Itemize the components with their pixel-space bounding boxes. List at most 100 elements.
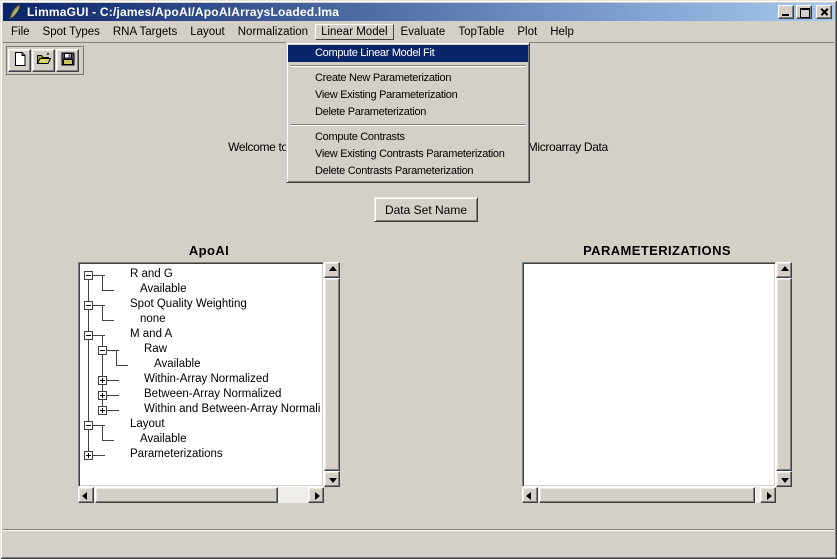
parameterizations-listbox[interactable]: [522, 262, 776, 487]
tree-expand-icon[interactable]: [98, 406, 107, 415]
minimize-button[interactable]: [778, 5, 794, 19]
tree-connector-line: [93, 275, 105, 276]
left-horizontal-scrollbar[interactable]: [78, 487, 324, 503]
tree-node-label[interactable]: Raw: [144, 342, 167, 357]
left-vertical-scrollbar[interactable]: [324, 262, 340, 487]
tree-connector-line: [107, 395, 119, 396]
menu-item-file[interactable]: File: [5, 24, 36, 40]
scroll-down-button[interactable]: [324, 471, 340, 487]
tree-connector-line: [102, 305, 103, 320]
tree-node-label[interactable]: M and A: [130, 327, 172, 342]
tree-connector-line: [102, 275, 103, 290]
scrollbar-thumb[interactable]: [776, 278, 792, 471]
titlebar[interactable]: LimmaGUI - C:/james/ApoAI/ApoAIArraysLoa…: [3, 3, 834, 21]
tree-expand-icon[interactable]: [98, 376, 107, 385]
menu-option-view-existing-contrasts-parameterization[interactable]: View Existing Contrasts Parameterization: [288, 146, 528, 163]
tree-connector-line: [116, 365, 128, 366]
right-vertical-scrollbar[interactable]: [776, 262, 792, 487]
menu-item-plot[interactable]: Plot: [511, 24, 543, 40]
minimize-icon: [782, 14, 789, 16]
tree-connector-line: [102, 440, 114, 441]
tree-expand-icon[interactable]: [98, 391, 107, 400]
menu-option-delete-contrasts-parameterization[interactable]: Delete Contrasts Parameterization: [288, 163, 528, 180]
left-panel-title: ApoAI: [78, 243, 340, 258]
tree-collapse-icon[interactable]: [98, 346, 107, 355]
arrow-down-icon: [329, 478, 337, 483]
tree-connector-line: [102, 320, 114, 321]
toolbar: [5, 45, 84, 75]
dataset-tree: R and GAvailableSpot Quality Weightingno…: [81, 265, 321, 484]
tree-connector-line: [107, 350, 119, 351]
scroll-left-button[interactable]: [78, 487, 94, 503]
tree-node-label[interactable]: R and G: [130, 267, 173, 282]
scroll-right-button[interactable]: [760, 487, 776, 503]
tree-node-label[interactable]: Available: [154, 357, 200, 372]
tree-connector-line: [107, 380, 119, 381]
menu-item-rna-targets[interactable]: RNA Targets: [107, 24, 183, 40]
arrow-up-icon: [329, 266, 337, 271]
close-button[interactable]: [816, 5, 832, 19]
tree-node-label[interactable]: Spot Quality Weighting: [130, 297, 247, 312]
tree-connector-line: [102, 425, 103, 440]
right-horizontal-scrollbar[interactable]: [522, 487, 776, 503]
menu-option-compute-contrasts[interactable]: Compute Contrasts: [288, 129, 528, 146]
menu-item-layout[interactable]: Layout: [184, 24, 231, 40]
tree-collapse-icon[interactable]: [84, 421, 93, 430]
menu-option-compute-linear-model-fit[interactable]: Compute Linear Model Fit: [288, 45, 528, 62]
open-button[interactable]: [32, 49, 55, 72]
tree-node-label[interactable]: none: [140, 312, 166, 327]
tree-connector-line: [107, 410, 119, 411]
linear-model-menu: Compute Linear Model Fit Create New Param…: [286, 42, 530, 183]
arrow-left-icon: [82, 492, 87, 500]
tree-node-label[interactable]: Within and Between-Array Normalized: [144, 402, 321, 417]
tk-feather-icon: [7, 4, 23, 20]
menu-option-view-existing-parameterization[interactable]: View Existing Parameterization: [288, 87, 528, 104]
save-icon: [60, 51, 76, 70]
tree-connector-line: [116, 350, 117, 365]
open-folder-icon: [36, 51, 52, 70]
menu-option-delete-parameterization[interactable]: Delete Parameterization: [288, 104, 528, 121]
scroll-up-button[interactable]: [776, 262, 792, 278]
menu-option-create-new-parameterization[interactable]: Create New Parameterization: [288, 70, 528, 87]
right-panel-title: PARAMETERIZATIONS: [522, 243, 792, 258]
arrow-right-icon: [767, 492, 772, 500]
menu-separator: [290, 65, 526, 67]
maximize-icon: [800, 8, 810, 18]
tree-node-label[interactable]: Parameterizations: [130, 447, 223, 462]
scroll-down-button[interactable]: [776, 471, 792, 487]
tree-collapse-icon[interactable]: [84, 271, 93, 280]
menu-separator: [290, 124, 526, 126]
menu-item-toptable[interactable]: TopTable: [452, 24, 510, 40]
arrow-down-icon: [781, 478, 789, 483]
new-button[interactable]: [8, 49, 31, 72]
save-button[interactable]: [56, 49, 79, 72]
status-strip: [3, 531, 834, 555]
menu-item-linear-model[interactable]: Linear Model: [315, 24, 393, 40]
arrow-left-icon: [526, 492, 531, 500]
dataset-tree-listbox[interactable]: R and GAvailableSpot Quality Weightingno…: [78, 262, 324, 487]
menu-item-help[interactable]: Help: [544, 24, 580, 40]
arrow-right-icon: [315, 492, 320, 500]
tree-node-label[interactable]: Layout: [130, 417, 165, 432]
data-set-name-button[interactable]: Data Set Name: [374, 197, 478, 222]
tree-connector-line: [93, 305, 105, 306]
menu-item-evaluate[interactable]: Evaluate: [395, 24, 452, 40]
menu-item-normalization[interactable]: Normalization: [232, 24, 314, 40]
scrollbar-thumb[interactable]: [95, 487, 278, 503]
tree-node-label[interactable]: Available: [140, 282, 186, 297]
scrollbar-thumb[interactable]: [539, 487, 755, 503]
scroll-right-button[interactable]: [308, 487, 324, 503]
tree-collapse-icon[interactable]: [84, 331, 93, 340]
maximize-button[interactable]: [796, 5, 812, 19]
tree-node-label[interactable]: Between-Array Normalized: [144, 387, 281, 402]
menu-item-spot-types[interactable]: Spot Types: [37, 24, 106, 40]
tree-node-label[interactable]: Within-Array Normalized: [144, 372, 269, 387]
app-window: LimmaGUI - C:/james/ApoAI/ApoAIArraysLoa…: [0, 0, 837, 559]
tree-expand-icon[interactable]: [84, 451, 93, 460]
tree-connector-line: [102, 290, 114, 291]
tree-node-label[interactable]: Available: [140, 432, 186, 447]
scrollbar-thumb[interactable]: [324, 278, 340, 471]
tree-collapse-icon[interactable]: [84, 301, 93, 310]
scroll-left-button[interactable]: [522, 487, 538, 503]
scroll-up-button[interactable]: [324, 262, 340, 278]
